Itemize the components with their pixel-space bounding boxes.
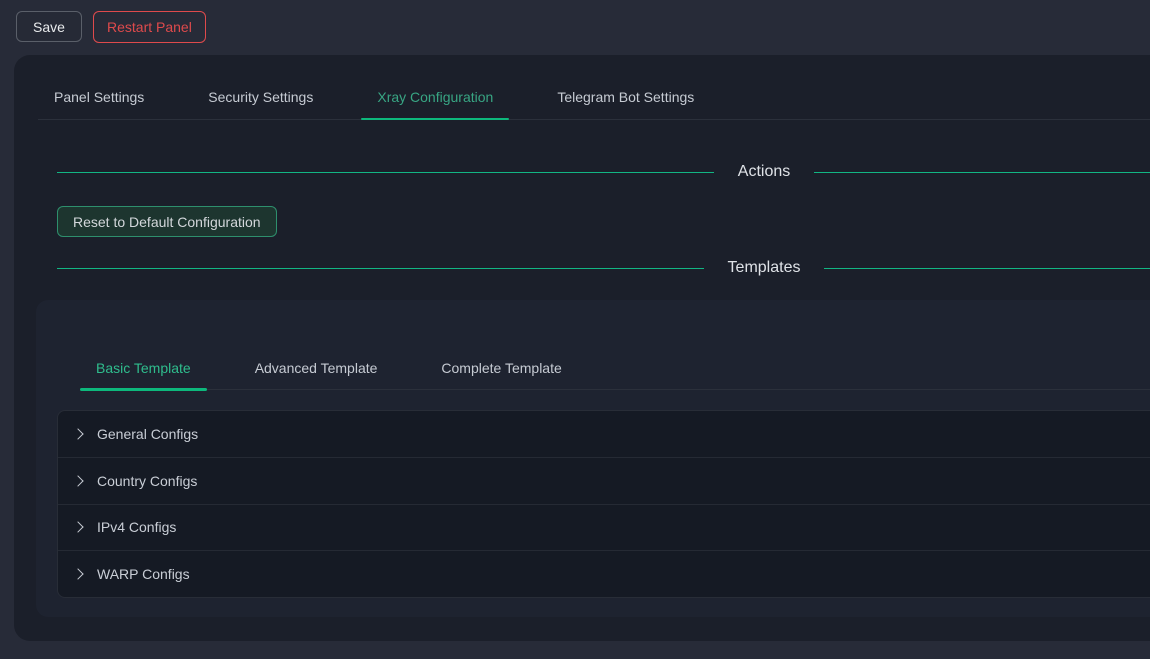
collapse-ipv4-configs[interactable]: IPv4 Configs (58, 504, 1150, 551)
app-viewport: Save Restart Panel Panel Settings Securi… (0, 0, 1150, 659)
templates-section-title: Templates (728, 259, 801, 277)
collapse-label: Country Configs (97, 473, 197, 489)
tab-basic-template[interactable]: Basic Template (80, 360, 207, 389)
template-tabbar: Basic Template Advanced Template Complet… (80, 300, 1150, 390)
tab-panel-settings[interactable]: Panel Settings (38, 89, 160, 119)
save-button[interactable]: Save (16, 11, 82, 42)
chevron-right-icon (72, 475, 83, 486)
settings-tabbar: Panel Settings Security Settings Xray Co… (38, 55, 1150, 120)
tab-security-settings[interactable]: Security Settings (192, 89, 329, 119)
actions-section-divider: Actions (57, 156, 1150, 188)
collapse-warp-configs[interactable]: WARP Configs (58, 550, 1150, 597)
templates-card: Basic Template Advanced Template Complet… (36, 300, 1150, 617)
collapse-general-configs[interactable]: General Configs (58, 411, 1150, 457)
chevron-right-icon (72, 568, 83, 579)
config-collapse-list: General Configs Country Configs IPv4 Con… (57, 410, 1150, 598)
collapse-label: WARP Configs (97, 566, 190, 582)
divider-line (57, 172, 714, 173)
divider-line (824, 268, 1150, 269)
divider-line (57, 268, 704, 269)
tab-telegram-bot-settings[interactable]: Telegram Bot Settings (541, 89, 710, 119)
tab-advanced-template[interactable]: Advanced Template (239, 360, 394, 389)
tab-complete-template[interactable]: Complete Template (425, 360, 577, 389)
templates-section-divider: Templates (57, 252, 1150, 284)
chevron-right-icon (72, 428, 83, 439)
settings-card: Panel Settings Security Settings Xray Co… (14, 55, 1150, 641)
actions-section-title: Actions (738, 163, 790, 181)
collapse-country-configs[interactable]: Country Configs (58, 457, 1150, 504)
restart-panel-button[interactable]: Restart Panel (93, 11, 206, 43)
divider-line (814, 172, 1150, 173)
reset-default-config-button[interactable]: Reset to Default Configuration (57, 206, 277, 237)
tab-xray-configuration[interactable]: Xray Configuration (361, 89, 509, 119)
collapse-label: General Configs (97, 426, 198, 442)
collapse-label: IPv4 Configs (97, 519, 176, 535)
chevron-right-icon (72, 522, 83, 533)
